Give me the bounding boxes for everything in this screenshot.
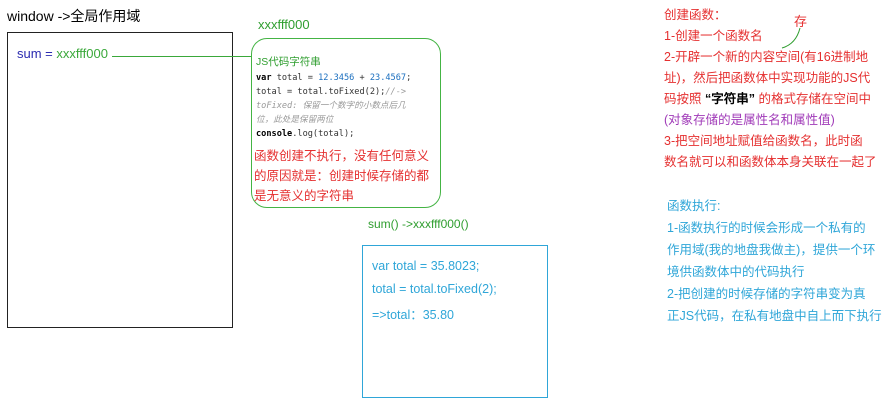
note-line: 2-把创建的时候存储的字符串变为真 (667, 287, 866, 301)
code-text: total = (271, 73, 319, 83)
code-block: var total = 12.3456 + 23.4567; total = t… (256, 71, 438, 141)
heap-note-line: 的原因就是：创建时候存储的都 (254, 169, 430, 183)
note-line: 码按照 “字符串” 的格式存储在空间中 (664, 89, 886, 110)
code-line-1: var total = 12.3456 + 23.4567; (256, 71, 438, 85)
sum-variable: sum = xxxfff000 (17, 46, 108, 61)
heap-address: xxxfff000 (258, 17, 310, 32)
code-line-2: total = total.toFixed(2);//-> (256, 85, 438, 99)
sum-equals: = (41, 46, 57, 61)
code-keyword: console (256, 129, 293, 139)
note-line: 正JS代码，在私有地盘中自上而下执行 (667, 309, 882, 323)
sum-reference: xxxfff000 (56, 46, 108, 61)
note-line: 址)，然后把函数体中实现功能的JS代 (664, 71, 871, 85)
note-line: 境供函数体中的代码执行 (667, 265, 805, 279)
reference-connector-line (112, 56, 252, 57)
global-scope-box (7, 32, 233, 328)
code-line-4: 位，此处是保留两位 (256, 115, 334, 125)
code-function: toFixed (328, 87, 365, 97)
heap-note: 函数创建不执行，没有任何意义 的原因就是：创建时候存储的都 是无意义的字符串 (254, 146, 440, 206)
note-line: 1-函数执行的时候会形成一个私有的 (667, 221, 866, 235)
heap-title: JS代码字符串 (256, 56, 321, 68)
code-text: ; (406, 73, 412, 83)
code-number: 12.3456 (318, 73, 355, 83)
note-heading: 函数执行: (667, 199, 721, 213)
sum-name: sum (17, 46, 42, 61)
note-line: 1-创建一个函数名 (664, 29, 763, 43)
call-label: sum() ->xxxfff000() (368, 217, 469, 231)
note-bold: “字符串” (704, 92, 755, 106)
code-line-5: console.log(total); (256, 127, 438, 141)
heap-note-line: 是无意义的字符串 (254, 189, 355, 203)
code-number: 23.4567 (369, 73, 407, 83)
code-text: .log(total); (292, 129, 355, 139)
heap-note-line: 函数创建不执行，没有任何意义 (254, 149, 430, 163)
code-text: + (354, 73, 370, 83)
window-scope-title: window ->全局作用域 (7, 8, 141, 24)
create-function-notes: 创建函数： 1-创建一个函数名 2-开辟一个新的内容空间(有16进制地 址)，然… (664, 5, 886, 173)
note-line: 数名就可以和函数体本身关联在一起了 (664, 155, 877, 169)
code-comment: //-> (385, 87, 407, 97)
code-text: total = total. (256, 87, 329, 97)
note-heading: 创建函数： (664, 8, 727, 22)
note-text: 码按照 (664, 92, 705, 106)
code-line-3: toFixed: 保留一个数字的小数点后几 (256, 101, 406, 111)
annotation-arrow (781, 27, 801, 49)
execute-function-notes: 函数执行: 1-函数执行的时候会形成一个私有的 作用域(我的地盘我做主)，提供一… (667, 195, 885, 327)
note-line: 3-把空间地址赋值给函数名，此时函 (664, 134, 863, 148)
code-text: (2); (364, 87, 386, 97)
call-line: =>total：35.80 (372, 308, 455, 322)
note-line: 2-开辟一个新的内容空间(有16进制地 (664, 50, 869, 64)
call-line: total = total.toFixed(2); (372, 282, 497, 296)
note-text: 的格式存储在空间中 (755, 92, 871, 106)
call-line: var total = 35.8023; (372, 259, 480, 273)
note-line: 作用域(我的地盘我做主)，提供一个环 (667, 243, 876, 257)
note-line: (对象存储的是属性名和属性值) (664, 113, 835, 127)
code-keyword: var (256, 73, 272, 83)
